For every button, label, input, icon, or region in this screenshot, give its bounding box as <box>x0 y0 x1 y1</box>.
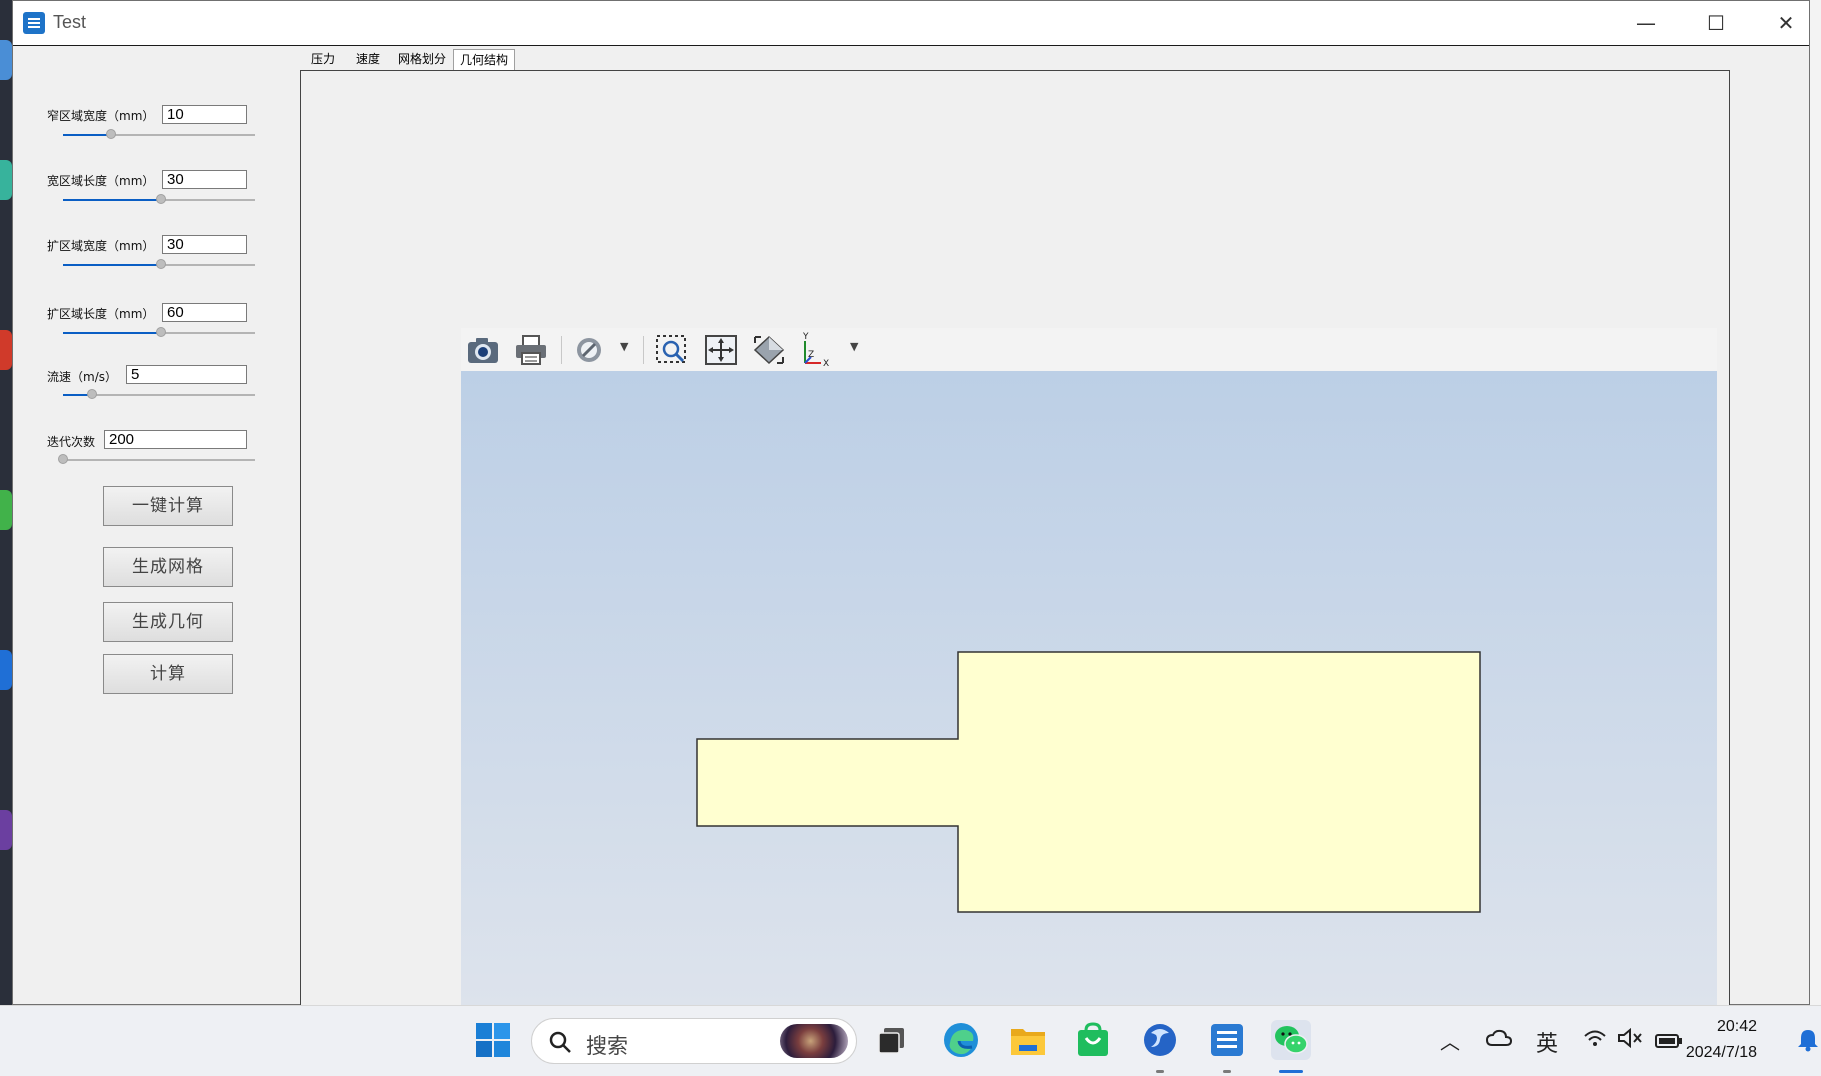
narrow-width-slider[interactable] <box>63 129 255 141</box>
maximize-button[interactable]: ☐ <box>1681 1 1751 45</box>
axis-x-label: X <box>823 359 829 369</box>
tab-velocity[interactable]: 速度 <box>345 49 391 70</box>
test-app-icon[interactable] <box>1207 1020 1247 1060</box>
title-bar[interactable]: Test — ☐ ✕ <box>13 1 1809 46</box>
expand-width-label: 扩区域宽度（mm） <box>47 239 155 253</box>
axes-icon[interactable]: Y Z X <box>797 332 837 369</box>
wide-length-slider[interactable] <box>63 194 255 206</box>
iterations-label: 迭代次数 <box>47 435 96 449</box>
compute-button[interactable]: 计算 <box>103 654 233 694</box>
search-icon <box>549 1031 571 1053</box>
desktop-app-icon[interactable] <box>0 490 12 530</box>
pan-icon[interactable] <box>703 334 739 366</box>
wide-length-input[interactable]: 30 <box>162 170 247 189</box>
chevron-up-icon[interactable]: ︿ <box>1440 1026 1460 1055</box>
search-placeholder: 搜索 <box>586 1034 628 1058</box>
slider-thumb[interactable] <box>155 327 166 337</box>
render-area[interactable] <box>461 371 1717 1005</box>
battery-icon[interactable] <box>1655 1030 1683 1054</box>
close-button[interactable]: ✕ <box>1751 1 1821 45</box>
search-highlight-image <box>780 1024 848 1058</box>
geometry-canvas <box>696 651 1481 913</box>
clock-time[interactable]: 20:42 <box>1717 1018 1757 1036</box>
one-click-compute-button[interactable]: 一键计算 <box>103 486 233 526</box>
start-icon[interactable] <box>473 1020 513 1060</box>
taskbar-search[interactable]: 搜索 <box>531 1018 857 1064</box>
channel-geometry <box>696 651 1481 913</box>
notification-bell-icon[interactable] <box>1797 1028 1819 1057</box>
axis-z-label: Z <box>808 350 814 360</box>
volume-muted-icon[interactable] <box>1617 1027 1643 1053</box>
slider-thumb[interactable] <box>58 454 68 464</box>
edge-browser-icon[interactable] <box>941 1020 981 1060</box>
desktop-app-icon[interactable] <box>0 810 12 850</box>
vtk-viewer[interactable]: ▼ Y Z X ▼ <box>461 328 1717 1005</box>
cloud-icon[interactable] <box>1485 1028 1513 1052</box>
clock-date[interactable]: 2024/7/18 <box>1686 1044 1757 1062</box>
iterations-input[interactable]: 200 <box>104 430 247 449</box>
tab-mesh[interactable]: 网格划分 <box>391 49 453 70</box>
file-explorer-icon[interactable] <box>1008 1020 1048 1060</box>
taskbar: 搜索 ︿ 英 20:42 2024/7/18 <box>0 1005 1821 1076</box>
flow-speed-input[interactable]: 5 <box>126 365 247 384</box>
expand-length-slider[interactable] <box>63 327 255 339</box>
zoom-box-icon[interactable] <box>654 334 690 366</box>
desktop-app-icon[interactable] <box>0 160 12 200</box>
print-icon[interactable] <box>513 334 549 366</box>
expand-width-input[interactable]: 30 <box>162 235 247 254</box>
slider-thumb[interactable] <box>155 194 166 204</box>
viewer-toolbar: ▼ Y Z X ▼ <box>461 328 1717 372</box>
flow-speed-slider[interactable] <box>63 389 255 401</box>
active-indicator <box>1279 1070 1303 1073</box>
task-view-icon[interactable] <box>872 1020 912 1060</box>
expand-length-input[interactable]: 60 <box>162 303 247 322</box>
iterations-slider[interactable] <box>58 454 255 466</box>
slider-thumb[interactable] <box>106 129 116 139</box>
running-indicator <box>1223 1070 1231 1073</box>
chevron-down-icon[interactable]: ▼ <box>850 340 858 353</box>
desktop-edge <box>0 0 12 1005</box>
narrow-width-input[interactable]: 10 <box>162 105 247 124</box>
desktop-app-icon[interactable] <box>0 40 12 80</box>
store-icon[interactable] <box>1073 1020 1113 1060</box>
flow-speed-label: 流速（m/s） <box>47 370 117 384</box>
desktop-app-icon[interactable] <box>0 650 12 690</box>
desktop-app-icon[interactable] <box>0 330 12 370</box>
generate-geometry-button[interactable]: 生成几何 <box>103 602 233 642</box>
no-entry-icon[interactable] <box>571 334 607 366</box>
tab-geometry[interactable]: 几何结构 <box>453 49 515 70</box>
wechat-icon[interactable] <box>1271 1020 1311 1060</box>
fit-view-icon[interactable] <box>751 334 787 366</box>
chevron-down-icon[interactable]: ▼ <box>620 340 628 353</box>
minimize-button[interactable]: — <box>1611 1 1681 45</box>
expand-width-slider[interactable] <box>63 259 255 271</box>
expand-length-label: 扩区域长度（mm） <box>47 307 155 321</box>
ime-indicator[interactable]: 英 <box>1536 1026 1558 1058</box>
window-title: Test <box>53 12 87 32</box>
swirl-app-icon[interactable] <box>1140 1020 1180 1060</box>
axis-y-label: Y <box>802 332 809 342</box>
app-icon <box>23 12 45 34</box>
tab-pressure[interactable]: 压力 <box>301 49 345 70</box>
running-indicator <box>1156 1070 1164 1073</box>
slider-thumb[interactable] <box>86 389 97 399</box>
narrow-width-label: 窄区域宽度（mm） <box>47 109 155 123</box>
wide-length-label: 宽区域长度（mm） <box>47 174 155 188</box>
generate-mesh-button[interactable]: 生成网格 <box>103 547 233 587</box>
camera-icon[interactable] <box>465 334 501 366</box>
slider-thumb[interactable] <box>155 259 166 269</box>
wifi-icon[interactable] <box>1583 1028 1607 1053</box>
